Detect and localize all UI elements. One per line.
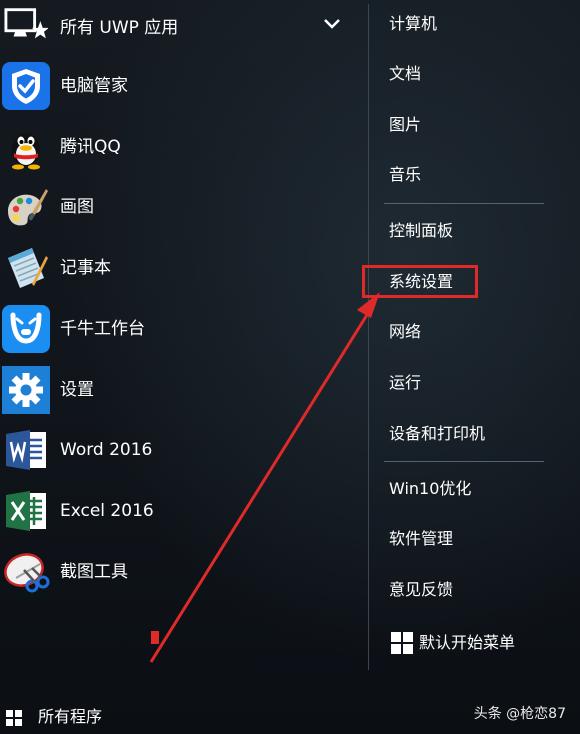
monitor-star-icon — [4, 8, 48, 42]
app-item-qq[interactable]: 腾讯QQ — [0, 117, 352, 178]
app-label: Word 2016 — [60, 440, 153, 460]
app-label: 电脑管家 — [60, 76, 128, 96]
app-label: 截图工具 — [60, 562, 128, 582]
menu-item-feedback[interactable]: 意见反馈 — [389, 575, 559, 605]
app-item-paint[interactable]: 画图 — [0, 177, 352, 238]
paint-palette-icon — [2, 183, 50, 231]
app-label: Excel 2016 — [60, 501, 154, 521]
pane-divider — [368, 4, 369, 670]
windows-logo-icon — [391, 632, 413, 654]
gear-icon — [2, 366, 50, 414]
menu-item-devices-printers[interactable]: 设备和打印机 — [389, 419, 559, 449]
app-item-qianniu[interactable]: 千牛工作台 — [0, 299, 352, 360]
menu-separator — [384, 461, 544, 462]
app-item-word[interactable]: Word 2016 — [0, 420, 352, 481]
menu-item-control-panel[interactable]: 控制面板 — [389, 216, 559, 246]
menu-item-label: 默认开始菜单 — [419, 633, 516, 652]
app-item-settings[interactable]: 设置 — [0, 360, 352, 421]
menu-item-default-start-menu[interactable]: 默认开始菜单 — [389, 628, 559, 658]
menu-item-pictures[interactable]: 图片 — [389, 110, 559, 140]
menu-item-software-manager[interactable]: 软件管理 — [389, 524, 559, 554]
app-item-pc-manager[interactable]: 电脑管家 — [0, 56, 352, 117]
app-label: 腾讯QQ — [60, 137, 121, 157]
qianniu-icon — [2, 305, 50, 353]
app-item-excel[interactable]: Excel 2016 — [0, 481, 352, 542]
highlight-annotation-box — [362, 265, 478, 298]
word-icon — [2, 426, 50, 474]
watermark-text: 头条 @枪恋87 — [473, 706, 566, 722]
app-label: 设置 — [60, 380, 94, 400]
menu-item-network[interactable]: 网络 — [389, 317, 559, 347]
menu-item-win10-optimize[interactable]: Win10优化 — [389, 474, 559, 504]
menu-item-computer[interactable]: 计算机 — [389, 9, 559, 39]
app-label: 记事本 — [60, 258, 111, 278]
app-item-snipping-tool[interactable]: 截图工具 — [0, 542, 352, 603]
app-list: 所有 UWP 应用 电脑管家 腾讯QQ 画图 记事本 千牛工作台 设置 Word… — [0, 0, 360, 734]
menu-item-documents[interactable]: 文档 — [389, 59, 559, 89]
app-item-all-uwp[interactable]: 所有 UWP 应用 — [0, 0, 352, 55]
app-label: 千牛工作台 — [60, 319, 145, 339]
shield-check-icon — [2, 62, 50, 110]
app-item-notepad[interactable]: 记事本 — [0, 238, 352, 299]
snipping-tool-icon — [2, 548, 50, 596]
menu-item-music[interactable]: 音乐 — [389, 160, 559, 190]
app-label: 画图 — [60, 197, 94, 217]
menu-item-run[interactable]: 运行 — [389, 368, 559, 398]
app-label: 所有 UWP 应用 — [60, 18, 179, 38]
excel-icon — [2, 487, 50, 535]
notepad-icon — [2, 244, 50, 292]
chevron-down-icon[interactable] — [322, 18, 342, 38]
windows-logo-icon — [6, 710, 22, 726]
qq-penguin-icon — [2, 123, 50, 171]
menu-separator — [384, 203, 544, 204]
all-programs-button[interactable]: 所有程序 — [38, 700, 102, 734]
